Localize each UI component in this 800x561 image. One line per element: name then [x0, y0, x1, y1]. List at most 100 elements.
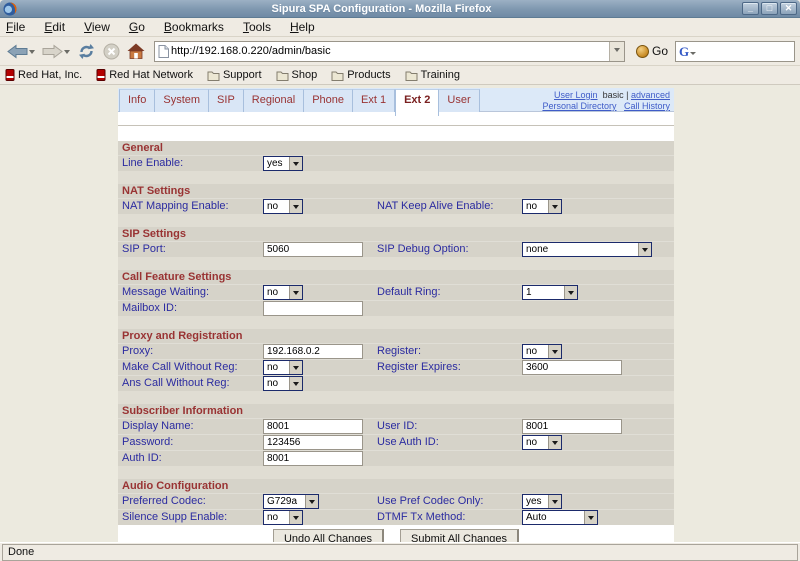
dropdown-arrow-icon[interactable]: [548, 495, 561, 508]
back-dropdown-caret[interactable]: [29, 50, 35, 57]
preferred-codec-select[interactable]: G729a: [263, 494, 319, 509]
register-expires-input[interactable]: [522, 360, 622, 375]
silence-supp-enable-select[interactable]: no: [263, 510, 303, 525]
auth-id-input[interactable]: [263, 451, 363, 466]
dropdown-arrow-icon[interactable]: [305, 495, 318, 508]
field-label-mailbox-id: Mailbox ID:: [122, 301, 260, 316]
menu-go[interactable]: Go: [129, 20, 145, 34]
field-label-preferred-codec: Preferred Codec:: [122, 494, 260, 509]
home-button[interactable]: [125, 41, 147, 61]
password-input[interactable]: [263, 435, 363, 450]
dropdown-arrow-icon[interactable]: [289, 377, 302, 390]
tab-user[interactable]: User: [439, 89, 479, 112]
google-search-icon[interactable]: G: [679, 45, 689, 58]
dropdown-arrow-icon[interactable]: [548, 200, 561, 213]
field-label-message-waiting: Message Waiting:: [122, 285, 260, 300]
search-input[interactable]: [697, 45, 791, 57]
dtmf-tx-method-select[interactable]: Auto: [522, 510, 598, 525]
maximize-button[interactable]: □: [761, 2, 778, 15]
bookmark-red-hat-network[interactable]: Red Hat Network: [96, 69, 193, 81]
bookmark-support[interactable]: Support: [207, 69, 262, 81]
use-pref-codec-only-select[interactable]: yes: [522, 494, 562, 509]
window-titlebar: Sipura SPA Configuration - Mozilla Firef…: [0, 0, 800, 18]
tab-info[interactable]: Info: [119, 89, 155, 112]
search-engine-caret[interactable]: [690, 52, 696, 58]
message-waiting-select[interactable]: no: [263, 285, 303, 300]
use-auth-id-select[interactable]: no: [522, 435, 562, 450]
tab-phone[interactable]: Phone: [304, 89, 353, 112]
dropdown-arrow-icon[interactable]: [289, 157, 302, 170]
display-name-input[interactable]: [263, 419, 363, 434]
reload-button[interactable]: [75, 41, 98, 62]
form-row: Auth ID:: [118, 450, 674, 466]
default-ring-select[interactable]: 1: [522, 285, 578, 300]
minimize-button[interactable]: _: [742, 2, 759, 15]
call-history-link[interactable]: Call History: [624, 101, 670, 111]
dropdown-arrow-icon[interactable]: [548, 345, 561, 358]
browser-viewport: InfoSystemSIPRegionalPhoneExt 1Ext 2User…: [0, 85, 800, 542]
status-text: Done: [2, 544, 798, 561]
form-row: Password:Use Auth ID:no: [118, 434, 674, 450]
dropdown-arrow-icon[interactable]: [289, 511, 302, 524]
bookmark-red-hat-inc[interactable]: Red Hat, Inc.: [5, 69, 82, 81]
menu-edit[interactable]: Edit: [44, 20, 65, 34]
nat-mapping-enable-select[interactable]: no: [263, 199, 303, 214]
field-label-dtmf-tx-method: DTMF Tx Method:: [377, 510, 519, 525]
user-id-input[interactable]: [522, 419, 622, 434]
dropdown-arrow-icon[interactable]: [548, 436, 561, 449]
form-row: Make Call Without Reg:noRegister Expires…: [118, 359, 674, 375]
forward-dropdown-caret[interactable]: [64, 50, 70, 57]
section-subscriber-information: Subscriber InformationDisplay Name:User …: [118, 404, 674, 466]
form-row: Display Name:User ID:: [118, 418, 674, 434]
make-call-without-reg-select[interactable]: no: [263, 360, 303, 375]
go-button[interactable]: Go: [632, 44, 672, 58]
dropdown-arrow-icon[interactable]: [638, 243, 651, 256]
menu-bookmarks[interactable]: Bookmarks: [164, 20, 224, 34]
personal-directory-link[interactable]: Personal Directory: [542, 101, 616, 111]
forward-button[interactable]: [40, 42, 72, 61]
tab-regional[interactable]: Regional: [244, 89, 304, 112]
dropdown-arrow-icon[interactable]: [584, 511, 597, 524]
menu-file[interactable]: File: [6, 20, 25, 34]
tab-system[interactable]: System: [155, 89, 209, 112]
field-label-password: Password:: [122, 435, 260, 450]
ans-call-without-reg-select[interactable]: no: [263, 376, 303, 391]
url-input[interactable]: [169, 45, 609, 57]
sip-debug-option-select[interactable]: none: [522, 242, 652, 257]
section-proxy-and-registration: Proxy and RegistrationProxy:Register:noM…: [118, 329, 674, 391]
mailbox-id-input[interactable]: [263, 301, 363, 316]
line-enable-select[interactable]: yes: [263, 156, 303, 171]
menu-view[interactable]: View: [84, 20, 110, 34]
field-label-register-expires: Register Expires:: [377, 360, 519, 375]
tab-sip[interactable]: SIP: [209, 89, 244, 112]
nat-keep-alive-enable-select[interactable]: no: [522, 199, 562, 214]
menu-help[interactable]: Help: [290, 20, 315, 34]
dropdown-arrow-icon[interactable]: [564, 286, 577, 299]
close-button[interactable]: ✕: [780, 2, 797, 15]
proxy-input[interactable]: [263, 344, 363, 359]
bookmark-products[interactable]: Products: [331, 69, 390, 81]
bookmark-training[interactable]: Training: [405, 69, 460, 81]
dropdown-arrow-icon[interactable]: [289, 200, 302, 213]
search-bar[interactable]: G: [675, 41, 795, 62]
section-general: GeneralLine Enable:yes: [118, 141, 674, 171]
tab-ext-1[interactable]: Ext 1: [353, 89, 395, 112]
url-bar[interactable]: [154, 41, 625, 62]
tab-ext-2[interactable]: Ext 2: [395, 89, 439, 116]
submit-all-changes-button[interactable]: Submit All Changes: [400, 529, 519, 542]
dropdown-arrow-icon[interactable]: [289, 361, 302, 374]
user-login-link[interactable]: User Login: [554, 90, 598, 100]
bookmark-shop[interactable]: Shop: [276, 69, 318, 81]
form-row: Preferred Codec:G729aUse Pref Codec Only…: [118, 493, 674, 509]
sip-port-input[interactable]: [263, 242, 363, 257]
menu-tools[interactable]: Tools: [243, 20, 271, 34]
undo-all-changes-button[interactable]: Undo All Changes: [273, 529, 384, 542]
dropdown-arrow-icon[interactable]: [289, 286, 302, 299]
top-links: User Login basic | advanced Personal Dir…: [542, 90, 670, 112]
back-button[interactable]: [5, 42, 37, 61]
stop-button[interactable]: [101, 41, 122, 62]
register-select[interactable]: no: [522, 344, 562, 359]
advanced-view-link[interactable]: advanced: [631, 90, 670, 100]
field-label-nat-mapping-enable: NAT Mapping Enable:: [122, 199, 260, 214]
url-history-dropdown[interactable]: [609, 42, 624, 61]
